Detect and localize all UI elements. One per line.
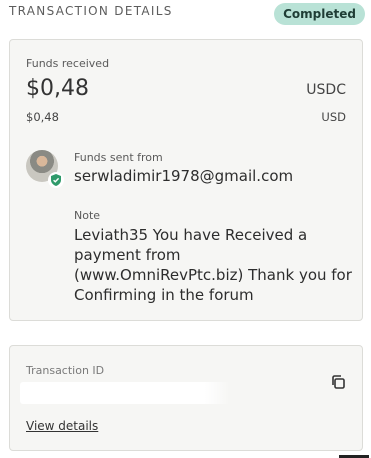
amount-secondary: $0,48 [26,110,59,124]
avatar [26,150,64,188]
status-badge: Completed [274,3,365,25]
transaction-id-value-redacted [20,382,230,404]
transaction-id-card: Transaction ID View details [9,345,363,451]
note-label: Note [74,209,101,222]
currency-code: USDC [306,82,346,98]
amount-value: $0,48 [26,76,89,101]
view-details-link[interactable]: View details [26,419,98,433]
sender-label: Funds sent from [74,151,163,164]
transaction-id-label: Transaction ID [26,364,105,377]
copy-icon[interactable] [330,374,346,390]
currency-secondary: USD [321,110,346,124]
verified-shield-icon [48,172,64,188]
section-title: TRANSACTION DETAILS [9,4,173,18]
sender-email: serwladimir1978@gmail.com [74,167,294,185]
funds-received-label: Funds received [26,57,110,70]
note-text: Leviath35 You have Received a payment fr… [74,226,352,304]
transaction-summary-card: Funds received $0,48 USDC $0,48 USD Fund… [9,39,363,321]
transaction-header: TRANSACTION DETAILS Completed [9,3,365,25]
